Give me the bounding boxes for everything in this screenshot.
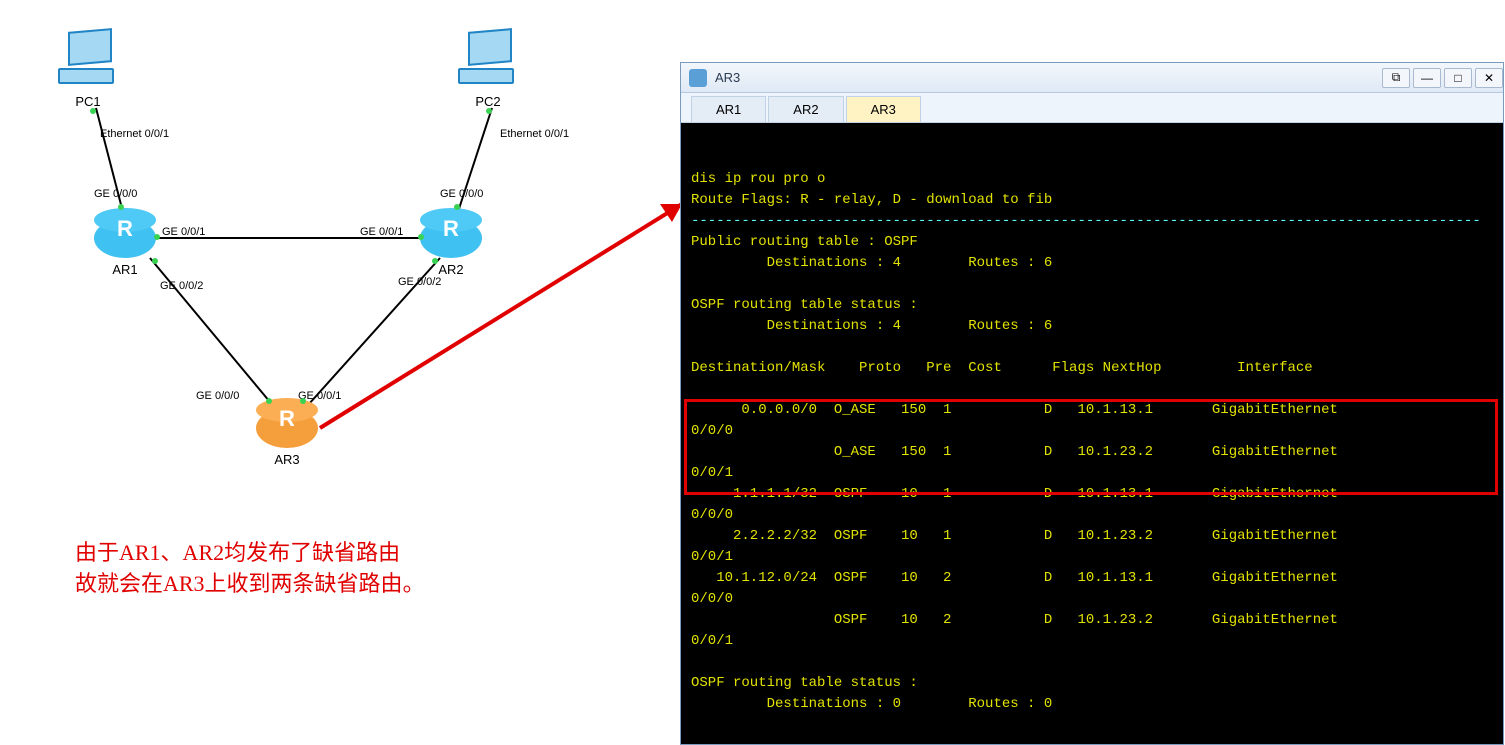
link-dot	[154, 234, 160, 240]
link-dot	[152, 258, 158, 264]
link-dot	[300, 398, 306, 404]
window-title: AR3	[715, 70, 1379, 85]
node-label: AR2	[420, 262, 482, 277]
topology-connections	[0, 0, 680, 736]
router-icon: R	[256, 408, 318, 448]
terminal-body[interactable]: dis ip rou pro o Route Flags: R - relay,…	[681, 123, 1503, 744]
link-dot	[266, 398, 272, 404]
pc-icon	[458, 30, 518, 90]
node-ar2[interactable]: R AR2	[420, 218, 482, 277]
port-label: Ethernet 0/0/1	[100, 128, 169, 140]
maximize-button[interactable]: □	[1444, 68, 1472, 88]
router-icon: R	[420, 218, 482, 258]
terminal-window: AR3 ⧉ — □ ✕ AR1 AR2 AR3 dis ip rou pro o…	[680, 62, 1504, 745]
node-pc2[interactable]: PC2	[458, 30, 518, 109]
annotation-text: 由于AR1、AR2均发布了缺省路由 故就会在AR3上收到两条缺省路由。	[75, 538, 425, 600]
link-dot	[118, 204, 124, 210]
port-label: GE 0/0/2	[160, 280, 203, 292]
node-pc1[interactable]: PC1	[58, 30, 118, 109]
node-ar1[interactable]: R AR1	[94, 218, 156, 277]
router-icon: R	[94, 218, 156, 258]
window-titlebar[interactable]: AR3 ⧉ — □ ✕	[681, 63, 1503, 93]
port-label: Ethernet 0/0/1	[500, 128, 569, 140]
minimize-button[interactable]: —	[1413, 68, 1441, 88]
node-label: PC1	[58, 94, 118, 109]
link-dot	[454, 204, 460, 210]
node-label: PC2	[458, 94, 518, 109]
tab-ar3[interactable]: AR3	[846, 96, 921, 122]
port-label: GE 0/0/1	[360, 226, 403, 238]
node-label: AR1	[94, 262, 156, 277]
link-dot	[486, 108, 492, 114]
port-label: GE 0/0/0	[196, 390, 239, 402]
port-label: GE 0/0/0	[440, 188, 483, 200]
link-dot	[418, 234, 424, 240]
window-buttons: ⧉ — □ ✕	[1379, 68, 1503, 88]
tab-ar1[interactable]: AR1	[691, 96, 766, 122]
pc-icon	[58, 30, 118, 90]
port-label: GE 0/0/2	[398, 276, 441, 288]
port-label: GE 0/0/1	[162, 226, 205, 238]
tab-ar2[interactable]: AR2	[768, 96, 843, 122]
node-ar3[interactable]: R AR3	[256, 408, 318, 467]
app-icon	[689, 69, 707, 87]
link-dot	[432, 258, 438, 264]
close-button[interactable]: ✕	[1475, 68, 1503, 88]
dock-button[interactable]: ⧉	[1382, 68, 1410, 88]
port-label: GE 0/0/0	[94, 188, 137, 200]
link-dot	[90, 108, 96, 114]
tab-bar: AR1 AR2 AR3	[681, 93, 1503, 123]
topology-canvas: PC1 Ethernet 0/0/1 PC2 Ethernet 0/0/1 R …	[0, 0, 680, 736]
node-label: AR3	[256, 452, 318, 467]
